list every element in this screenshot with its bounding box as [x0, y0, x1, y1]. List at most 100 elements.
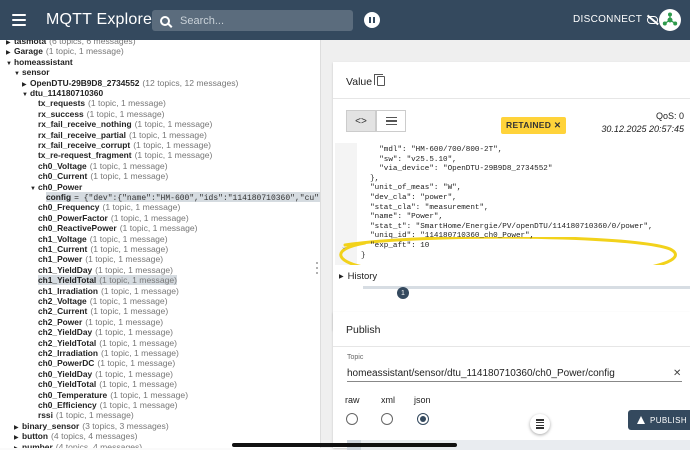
tree-item-label: rssi	[38, 410, 53, 421]
tree-item[interactable]: ▶number(4 topics, 4 messages)	[14, 442, 142, 448]
tree-item[interactable]: ▶ OpenDTU-29B9D8_2734552 (12 topics, 12 me…	[22, 78, 238, 89]
tree-item-label: config	[46, 192, 72, 202]
code-line: "stat_t": "SmartHome/Energie/PV/openDTU/…	[361, 222, 653, 231]
tree-item-meta: (1 topic, 1 message)	[89, 233, 168, 244]
format-radio-xml[interactable]	[381, 413, 393, 425]
tree-item[interactable]: ▼ sensor	[14, 67, 52, 78]
tree-item-label: ch0_Current	[38, 171, 88, 182]
menu-icon[interactable]	[12, 14, 26, 26]
tree-item-meta: (1 topic, 1 message)	[97, 358, 176, 369]
tree-item-label: ch2_Irradiation	[38, 348, 99, 358]
tree-item[interactable]: ch0_PowerDC (1 topic, 1 message)	[30, 358, 175, 369]
pause-button[interactable]	[364, 12, 380, 28]
tree-item-meta: (1 topic, 1 message)	[89, 160, 168, 171]
tree-item[interactable]: ch2_YieldDay (1 topic, 1 message)	[30, 327, 173, 338]
tree-item[interactable]: ▶ button (4 topics, 4 messages)	[14, 431, 138, 442]
raw-view-toggle[interactable]	[376, 110, 406, 132]
search-box[interactable]	[152, 10, 353, 31]
tree-item[interactable]: ch2_YieldTotal (1 topic, 1 message)	[30, 338, 177, 349]
format-align-icon	[536, 419, 544, 429]
tree-item-meta: (1 topic, 1 message)	[102, 202, 181, 213]
chevron-down-icon[interactable]: ▼	[22, 90, 30, 101]
tree-item[interactable]: rx_success (1 topic, 1 message)	[30, 109, 165, 120]
tree-item[interactable]: ch0_YieldTotal (1 topic, 1 message)	[30, 379, 177, 390]
tree-item[interactable]: ch0_Efficiency (1 topic, 1 message)	[30, 400, 178, 411]
diff-view-toggle[interactable]: <>	[346, 110, 376, 132]
tree-item-meta: (1 topic, 1 message)	[99, 275, 178, 286]
disconnect-button[interactable]: DISCONNECT	[573, 14, 659, 25]
publish-title: Publish	[346, 324, 381, 336]
tree-item[interactable]: ch0_Current (1 topic, 1 message)	[30, 171, 168, 182]
tree-item[interactable]: ch2_Irradiation (1 topic, 1 message)	[30, 348, 179, 359]
tree-item[interactable]: ▼ homeassistant	[6, 57, 76, 68]
tree-item-label: ch1_Voltage	[38, 233, 87, 244]
tree-item[interactable]: ▼ ch0_Power	[30, 182, 85, 193]
value-editor[interactable]: ⌄ "mdl": "HM-600/700/800-2T", "sw": "v25…	[335, 143, 688, 265]
avatar[interactable]	[659, 9, 681, 31]
tree-item[interactable]: tx_requests (1 topic, 1 message)	[30, 98, 166, 109]
tree-item[interactable]: ▶ Garage (1 topic, 1 message)	[6, 46, 124, 57]
chevron-down-icon[interactable]: ▼	[30, 184, 38, 195]
tree-item-label: rx_success	[38, 108, 84, 119]
tree-item[interactable]: ch0_Temperature (1 topic, 1 message)	[30, 390, 188, 401]
search-input[interactable]	[180, 14, 340, 27]
tree-item[interactable]: ▼ dtu_114180710360	[22, 88, 106, 99]
tree-item[interactable]: ch0_Voltage (1 topic, 1 message)	[30, 161, 168, 172]
tree-item[interactable]: ch0_YieldDay (1 topic, 1 message)	[30, 369, 173, 380]
tree-item[interactable]: ch1_Voltage (1 topic, 1 message)	[30, 234, 168, 245]
tree-item-meta: (1 topic, 1 message)	[110, 212, 189, 223]
topic-input[interactable]	[347, 366, 682, 382]
tree-item[interactable]: tx_re-request_fragment (1 topic, 1 messag…	[30, 150, 212, 161]
format-label-xml: xml	[381, 395, 395, 405]
tree-item-meta: (1 topic, 1 message)	[95, 264, 174, 275]
tree-item[interactable]: ch0_ReactivePower (1 topic, 1 message)	[30, 223, 198, 234]
tree-item[interactable]: ch1_YieldTotal (1 topic, 1 message)	[30, 275, 178, 286]
format-button[interactable]	[530, 414, 550, 434]
tree-item-meta: (1 topic, 1 message)	[95, 327, 174, 338]
tree-item-meta: (1 topic, 1 message)	[99, 337, 178, 348]
tree-item[interactable]: ch1_Current (1 topic, 1 message)	[30, 244, 168, 255]
tree-item-label: dtu_114180710360	[30, 88, 104, 98]
tree-item[interactable]: ch1_Power (1 topic, 1 message)	[30, 254, 163, 265]
tree-item-meta: (1 topic, 1 message)	[90, 171, 169, 182]
tree-item-meta: (1 topic, 1 message)	[101, 285, 179, 296]
retained-badge[interactable]: RETAINED ✕	[501, 117, 567, 134]
chevron-down-icon[interactable]: ▼	[14, 69, 22, 80]
tree-item-meta: (1 topic, 1 message)	[45, 46, 124, 57]
tree-item-meta: (1 topic, 1 message)	[129, 129, 207, 140]
history-count-badge[interactable]: 1	[397, 287, 409, 299]
tree-item-label: tx_requests	[38, 98, 86, 109]
tree-item[interactable]: ▶ binary_sensor (3 topics, 3 messages)	[14, 421, 169, 432]
chevron-right-icon[interactable]: ▶	[14, 444, 22, 448]
tree-item[interactable]: ch2_Power (1 topic, 1 message)	[30, 317, 163, 328]
tree-item[interactable]: ch2_Voltage (1 topic, 1 message)	[30, 296, 168, 307]
tree-item[interactable]: rssi (1 topic, 1 message)	[30, 410, 134, 421]
tree-item-config[interactable]: config = {"dev":{"name":"HM-600","ids":"1…	[38, 192, 320, 203]
app-title: MQTT Explorer	[46, 11, 158, 28]
topic-tree: ▶ tasmota (6 topics, 6 messages) ▶ Garage (1 …	[0, 40, 320, 448]
tree-item-label: ch0_PowerFactor	[38, 212, 108, 223]
format-radio-json[interactable]	[417, 413, 429, 425]
resize-handle[interactable]	[316, 262, 319, 274]
tree-item[interactable]: ch0_PowerFactor (1 topic, 1 message)	[30, 213, 189, 224]
format-radio-raw[interactable]	[346, 413, 358, 425]
timestamp: 30.12.2025 20:57:45	[601, 124, 684, 134]
tree-item-label: ch2_YieldTotal	[38, 337, 97, 348]
tree-item-label: ch0_Power	[38, 181, 83, 192]
tree-item[interactable]: ch2_Current (1 topic, 1 message)	[30, 306, 168, 317]
tree-item-label: homeassistant	[14, 56, 73, 67]
tree-item[interactable]: ch1_YieldDay (1 topic, 1 message)	[30, 265, 173, 276]
tree-item[interactable]: rx_fail_receive_corrupt (1 topic, 1 messa…	[30, 140, 211, 151]
clear-icon[interactable]: ✕	[673, 368, 681, 379]
copy-icon[interactable]	[374, 74, 385, 86]
publish-button[interactable]: PUBLISH	[628, 410, 690, 430]
chevron-down-icon[interactable]: ▼	[6, 59, 14, 70]
tree-item[interactable]: ch1_Irradiation (1 topic, 1 message)	[30, 286, 179, 297]
tree-item[interactable]: rx_fail_receive_partial (1 topic, 1 messa…	[30, 130, 207, 141]
tree-item-meta: (1 topic, 1 message)	[133, 140, 212, 150]
tree-item-meta: (3 topics, 3 messages)	[82, 420, 169, 431]
tree-item[interactable]: ch0_Frequency (1 topic, 1 message)	[30, 202, 180, 213]
tree-item[interactable]: rx_fail_receive_nothing (1 topic, 1 messa…	[30, 119, 212, 130]
chevron-right-icon: ▶	[339, 274, 344, 280]
history-toggle[interactable]: ▶ History	[339, 271, 377, 282]
